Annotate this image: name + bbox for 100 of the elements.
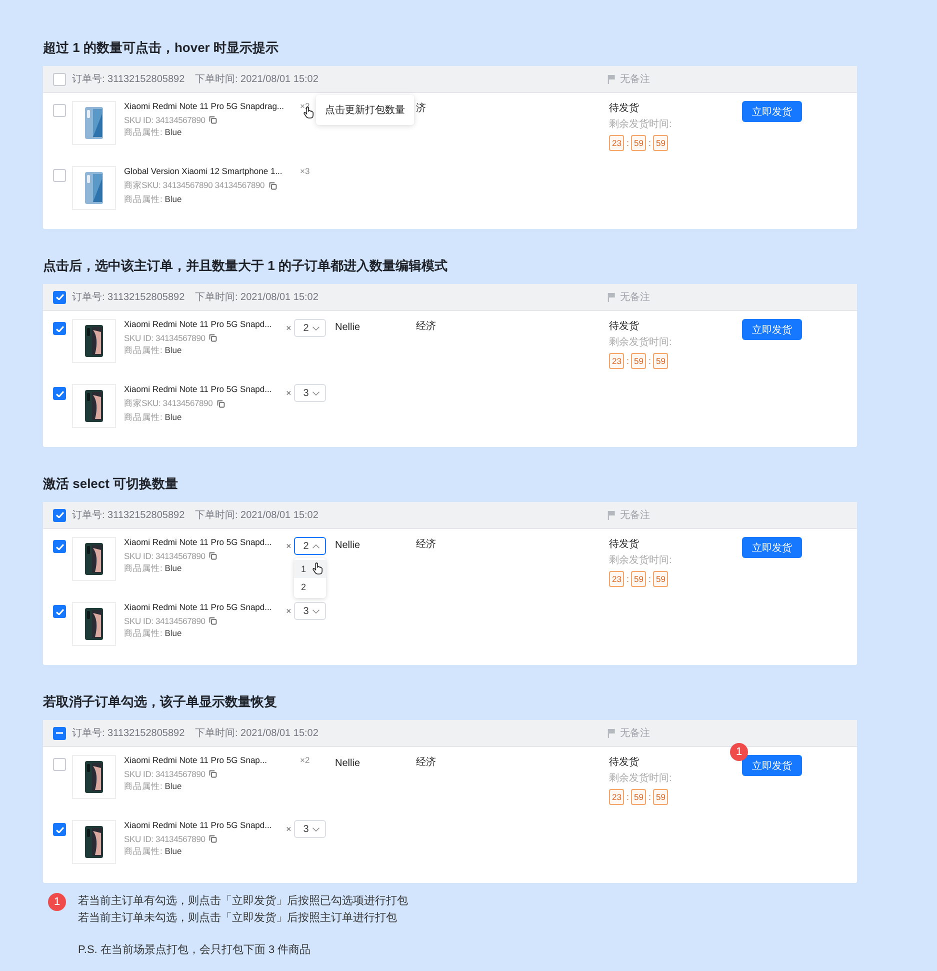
product-title: Xiaomi Redmi Note 11 Pro 5G Snapdrag... xyxy=(124,101,286,111)
flag-icon xyxy=(607,510,616,520)
remark-text: 无备注 xyxy=(620,290,650,304)
checkbox[interactable] xyxy=(53,169,66,182)
attribute-text: 商品属性: Blue xyxy=(124,628,182,640)
order-time: 下单时间: 2021/08/01 15:02 xyxy=(195,290,318,304)
countdown-digit: 59 xyxy=(652,353,668,369)
copy-icon[interactable] xyxy=(216,400,225,408)
copy-icon[interactable] xyxy=(209,552,218,560)
attribute-text: 商品属性: Blue xyxy=(124,846,182,858)
order-status: 待发货 xyxy=(609,320,640,333)
check-icon xyxy=(56,326,64,332)
quantity-text[interactable]: ×2 xyxy=(300,755,310,765)
countdown-digit: 23 xyxy=(609,789,624,805)
countdown-separator: : xyxy=(648,138,651,148)
checkbox[interactable] xyxy=(53,823,66,836)
sku-text: SKU ID: 34134567890 xyxy=(124,769,206,779)
countdown-label: 剩余发货时间: xyxy=(609,772,673,785)
checkbox[interactable] xyxy=(53,290,66,304)
countdown-separator: : xyxy=(626,792,629,802)
order-status: 待发货 xyxy=(609,538,640,551)
note-text: P.S. 在当前场景点打包，会只打包下面 3 件商品 xyxy=(78,942,312,958)
attribute-text: 商品属性: Blue xyxy=(124,345,182,357)
sku-text: SKU ID: 34134567890 xyxy=(124,551,206,561)
countdown-digit: 59 xyxy=(652,135,668,151)
note-badge: 1 xyxy=(48,893,66,911)
countdown-digit: 59 xyxy=(630,789,646,805)
remark-text: 无备注 xyxy=(620,508,650,522)
quantity-select[interactable]: 3 xyxy=(294,602,326,620)
sku-text: 商家SKU: 34134567890 xyxy=(124,398,213,410)
ship-now-button[interactable]: 立即发货 xyxy=(742,319,802,340)
order-time: 下单时间: 2021/08/01 15:02 xyxy=(195,508,318,522)
checkbox[interactable] xyxy=(53,387,66,400)
checkbox[interactable] xyxy=(53,508,66,522)
flag-icon xyxy=(607,728,616,738)
quantity-select[interactable]: 2 xyxy=(294,537,326,555)
copy-icon[interactable] xyxy=(209,835,218,843)
product-title: Xiaomi Redmi Note 11 Pro 5G Snapd... xyxy=(124,319,273,329)
countdown-digit: 23 xyxy=(609,571,624,587)
quantity-text[interactable]: ×3 xyxy=(300,166,310,176)
checkbox[interactable] xyxy=(53,726,66,740)
quantity-select[interactable]: 3 xyxy=(294,384,326,402)
copy-icon[interactable] xyxy=(209,334,218,342)
countdown-separator: : xyxy=(648,574,651,584)
buyer-name: Nellie xyxy=(335,758,360,769)
countdown-separator: : xyxy=(626,356,629,366)
attribute-text: 商品属性: Blue xyxy=(124,412,182,424)
copy-icon[interactable] xyxy=(268,182,277,190)
remark-text: 无备注 xyxy=(620,726,650,740)
product-title: Xiaomi Redmi Note 11 Pro 5G Snap... xyxy=(124,755,268,765)
product-title: Xiaomi Redmi Note 11 Pro 5G Snapd... xyxy=(124,537,273,547)
countdown-separator: : xyxy=(626,574,629,584)
countdown-digit: 23 xyxy=(609,353,624,369)
checkbox[interactable] xyxy=(53,758,66,771)
times-sign: × xyxy=(286,824,292,834)
check-icon xyxy=(56,390,64,396)
checkbox[interactable] xyxy=(53,540,66,553)
copy-icon[interactable] xyxy=(209,770,218,778)
product-title: Xiaomi Redmi Note 11 Pro 5G Snapd... xyxy=(124,384,273,394)
times-sign: × xyxy=(286,323,292,333)
chevron-icon xyxy=(312,826,320,832)
shipping-method: 经济 xyxy=(416,321,436,332)
countdown-separator: : xyxy=(648,792,651,802)
ship-now-button[interactable]: 立即发货 xyxy=(742,755,802,776)
ship-now-button[interactable]: 立即发货 xyxy=(742,101,802,122)
chevron-icon xyxy=(312,326,320,330)
buyer-name: Nellie xyxy=(335,322,360,333)
countdown-label: 剩余发货时间: xyxy=(609,554,673,567)
order-number: 订单号: 31132152805892 xyxy=(72,290,186,304)
countdown-digit: 59 xyxy=(652,789,668,805)
sku-text: SKU ID: 34134567890 xyxy=(124,616,206,626)
ship-now-button[interactable]: 立即发货 xyxy=(742,537,802,558)
order-number: 订单号: 31132152805892 xyxy=(72,508,186,522)
note-text: 若当前主订单有勾选，则点击「立即发货」后按照已勾选项进行打包 xyxy=(78,894,408,909)
check-icon xyxy=(56,608,64,614)
countdown-label: 剩余发货时间: xyxy=(609,336,673,349)
countdown-label: 剩余发货时间: xyxy=(609,118,673,131)
copy-icon[interactable] xyxy=(209,116,218,124)
quantity-select[interactable]: 2 xyxy=(294,319,326,337)
times-sign: × xyxy=(286,388,292,398)
check-icon xyxy=(56,544,64,550)
sku-text: SKU ID: 34134567890 xyxy=(124,834,206,844)
copy-icon[interactable] xyxy=(209,617,218,625)
product-title: Xiaomi Redmi Note 11 Pro 5G Snapd... xyxy=(124,602,273,612)
order-number: 订单号: 31132152805892 xyxy=(72,726,186,740)
quantity-select[interactable]: 3 xyxy=(294,820,326,838)
checkbox[interactable] xyxy=(53,605,66,618)
tooltip: 点击更新打包数量 xyxy=(316,95,414,125)
shipping-method: 经济 xyxy=(416,539,436,550)
chevron-icon xyxy=(312,390,320,396)
chevron-icon xyxy=(312,608,320,614)
attribute-text: 商品属性: Blue xyxy=(124,781,182,793)
remark-text: 无备注 xyxy=(620,72,650,86)
checkbox[interactable] xyxy=(53,104,66,117)
order-status: 待发货 xyxy=(609,102,640,115)
countdown-digit: 59 xyxy=(630,571,646,587)
checkbox[interactable] xyxy=(53,322,66,335)
dropdown-option[interactable]: 2 xyxy=(294,578,326,596)
checkbox[interactable] xyxy=(53,72,66,86)
countdown-digit: 59 xyxy=(652,571,668,587)
